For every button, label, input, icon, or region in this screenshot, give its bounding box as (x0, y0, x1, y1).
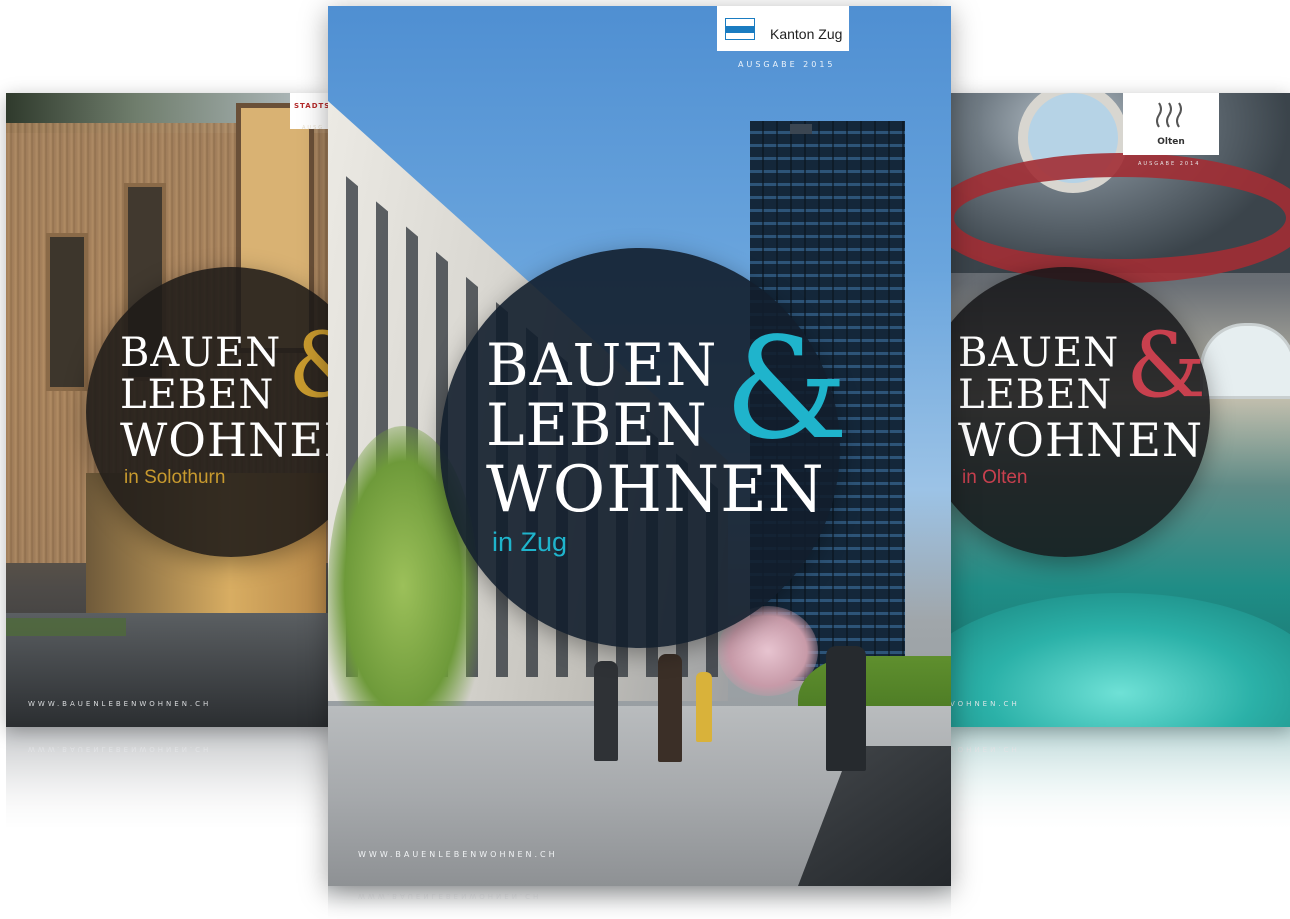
olten-edition: AUSGABE 2014 (1138, 161, 1201, 167)
olten-logo-badge: Olten (1123, 93, 1219, 155)
olten-title-wohnen: WOHNEN (958, 413, 1204, 467)
solothurn-title-wohnen: WOHNEN (120, 413, 328, 467)
zug-edition: AUSGABE 2015 (738, 60, 836, 69)
zug-title-ampersand: & (724, 308, 849, 471)
zug-title-bauen: BAUEN (486, 331, 718, 399)
solothurn-badge: STADTS (290, 93, 328, 129)
zug-cover-reflection: WWW.BAUENLEBENWOHNEN.CH (328, 886, 951, 919)
solothurn-website-url: WWW.BAUENLEBENWOHNEN.CH (28, 700, 212, 708)
olten-cover-reflection: VOHNEN.CH (950, 727, 1290, 847)
olten-logo-icon (1156, 102, 1182, 128)
magazine-cover-zug[interactable]: Kanton Zug AUSGABE 2015 BAUEN LEBEN WOHN… (328, 6, 951, 886)
solothurn-cover-reflection: WWW.BAUENLEBENWOHNEN.CH (6, 727, 328, 847)
zug-photo-person-4 (826, 646, 866, 771)
olten-location: in Olten (962, 467, 1028, 488)
zug-flag-icon (725, 18, 755, 40)
olten-title-leben: LEBEN (958, 372, 1113, 418)
zug-photo-person-2 (658, 654, 682, 762)
zug-title-leben: LEBEN (486, 391, 708, 459)
zug-photo-person-1 (594, 661, 618, 761)
magazine-cover-olten[interactable]: Olten AUSGABE 2014 BAUEN LEBEN WOHNEN & … (950, 93, 1290, 727)
magazine-cover-solothurn[interactable]: STADTS AUSG BAUEN LEBEN WOHNEN & in Solo… (6, 93, 328, 727)
solothurn-title-bauen: BAUEN (120, 330, 282, 376)
zug-badge-text: Kanton Zug (770, 26, 843, 42)
solothurn-title-ampersand: & (288, 321, 328, 411)
zug-photo-person-3 (696, 672, 712, 742)
zug-location: in Zug (492, 527, 568, 557)
olten-logo-text: Olten (1157, 137, 1185, 147)
solothurn-badge-text: STADTS (294, 102, 328, 110)
olten-website-url: VOHNEN.CH (950, 700, 1020, 708)
zug-canton-badge: Kanton Zug (717, 6, 849, 51)
olten-title-bauen: BAUEN (958, 330, 1120, 376)
zug-photo-tower-top (790, 124, 812, 134)
zug-website-url: WWW.BAUENLEBENWOHNEN.CH (358, 850, 558, 859)
solothurn-location: in Solothurn (124, 467, 226, 488)
solothurn-badge-edition: AUSG (302, 125, 325, 131)
olten-title-ampersand: & (1126, 313, 1207, 418)
olten-photo-arched-window (1200, 323, 1290, 399)
solothurn-title-leben: LEBEN (120, 372, 275, 418)
olten-photo-red-ring (950, 153, 1290, 283)
solothurn-photo-grass (6, 618, 126, 636)
solothurn-photo-window-1 (46, 233, 88, 391)
